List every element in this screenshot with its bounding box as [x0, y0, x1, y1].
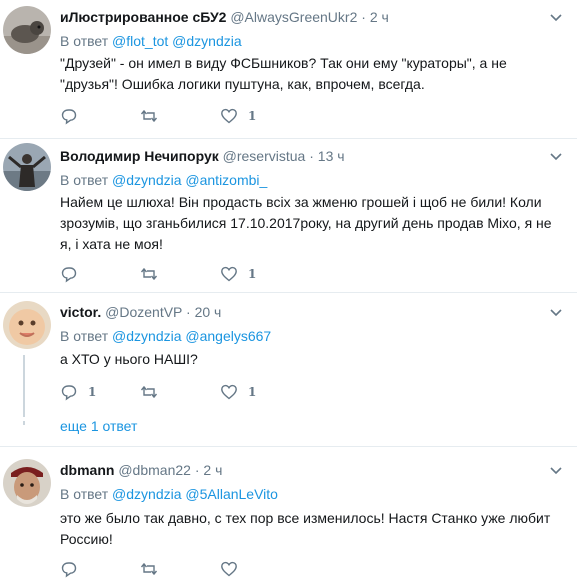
mention-link[interactable]: @dzyndzia [112, 486, 181, 502]
heart-icon [221, 384, 237, 400]
author-handle[interactable]: @dbman22 [118, 462, 191, 478]
avatar[interactable] [3, 143, 51, 191]
reply-button[interactable]: 1 [60, 383, 96, 401]
timestamp[interactable]: 2 ч [370, 9, 389, 25]
retweet-icon [140, 267, 158, 281]
reply-button[interactable] [60, 107, 88, 125]
chevron-down-icon[interactable] [549, 150, 563, 164]
separator-dot: · [309, 148, 314, 164]
heart-icon [221, 266, 237, 282]
timestamp[interactable]: 20 ч [195, 304, 222, 320]
author-name[interactable]: victor. [60, 304, 101, 320]
timestamp[interactable]: 13 ч [318, 148, 345, 164]
timestamp[interactable]: 2 ч [203, 462, 222, 478]
tweet-text: а ХТО у нього НАШІ? [60, 351, 198, 367]
author-name[interactable]: dbmann [60, 462, 114, 478]
avatar[interactable] [3, 6, 51, 54]
reply-icon [61, 267, 77, 283]
reply-context: В ответ @dzyndzia @angelys667 [60, 327, 271, 345]
tweet-text: это же было так давно, с тех пор все изм… [60, 510, 551, 547]
separator-dot: · [186, 304, 191, 320]
retweet-icon [140, 562, 158, 576]
retweet-icon [140, 385, 158, 399]
reply-context: В ответ @flot_tot @dzyndzia [60, 32, 242, 50]
mention-link[interactable]: @flot_tot [112, 33, 168, 49]
retweet-button[interactable] [140, 383, 168, 401]
mention-link[interactable]: @dzyndzia [112, 172, 181, 188]
like-count: 1 [248, 267, 257, 281]
chevron-down-icon[interactable] [549, 11, 563, 25]
retweet-button[interactable] [140, 107, 168, 125]
retweet-button[interactable] [140, 560, 168, 578]
tweet-4[interactable]: dbmann @dbman22 · 2 ч В ответ @dzyndzia … [0, 447, 577, 580]
tweet-1[interactable]: иЛюстрированное сБУ2 @AlwaysGreenUkr2 · … [0, 0, 577, 138]
reply-context: В ответ @dzyndzia @5AllanLeVito [60, 485, 278, 503]
like-button[interactable]: 1 [220, 107, 256, 125]
like-count: 1 [248, 385, 257, 399]
reply-prefix: В ответ [60, 33, 109, 49]
avatar[interactable] [3, 301, 51, 349]
reply-icon [61, 385, 77, 401]
mention-link[interactable]: @dzyndzia [172, 33, 241, 49]
reply-icon [61, 562, 77, 578]
reply-button[interactable] [60, 560, 88, 578]
mention-link[interactable]: @5AllanLeVito [185, 486, 278, 502]
like-button[interactable]: 1 [220, 265, 256, 283]
show-more-replies-link[interactable]: еще 1 ответ [60, 418, 137, 434]
author-handle[interactable]: @AlwaysGreenUkr2 [230, 9, 357, 25]
chevron-down-icon[interactable] [549, 464, 563, 478]
like-button[interactable]: 1 [220, 383, 256, 401]
like-button[interactable] [220, 560, 248, 578]
retweet-icon [140, 109, 158, 123]
separator-dot: · [194, 462, 200, 478]
avatar[interactable] [3, 459, 51, 507]
author-handle[interactable]: @reservistua [223, 148, 306, 164]
reply-button[interactable] [60, 265, 88, 283]
reply-icon [61, 109, 77, 125]
heart-icon [221, 561, 237, 577]
tweet-text: Найем це шлюха! Він продасть всіх за жме… [60, 194, 552, 252]
thread-line-dots [23, 421, 25, 425]
chevron-down-icon[interactable] [549, 306, 563, 320]
reply-prefix: В ответ [60, 328, 109, 344]
mention-link[interactable]: @antizombi_ [185, 172, 267, 188]
author-handle[interactable]: @DozentVP [105, 304, 182, 320]
tweet-text: "Друзей" - он имел в виду ФСБшников? Так… [60, 55, 507, 92]
mention-link[interactable]: @dzyndzia [112, 328, 181, 344]
tweet-2[interactable]: Володимир Нечипорук @reservistua · 13 ч … [0, 139, 577, 292]
like-count: 1 [248, 109, 257, 123]
author-name[interactable]: Володимир Нечипорук [60, 148, 219, 164]
retweet-button[interactable] [140, 265, 168, 283]
separator-dot: · [361, 9, 366, 25]
thread-line [23, 355, 25, 417]
reply-prefix: В ответ [60, 486, 109, 502]
mention-link[interactable]: @angelys667 [185, 328, 271, 344]
heart-icon [221, 108, 237, 124]
tweet-3[interactable]: victor. @DozentVP · 20 ч В ответ @dzyndz… [0, 293, 577, 446]
reply-prefix: В ответ [60, 172, 109, 188]
author-name[interactable]: иЛюстрированное сБУ2 [60, 9, 226, 25]
reply-context: В ответ @dzyndzia @antizombi_ [60, 171, 267, 189]
reply-count: 1 [88, 385, 97, 399]
